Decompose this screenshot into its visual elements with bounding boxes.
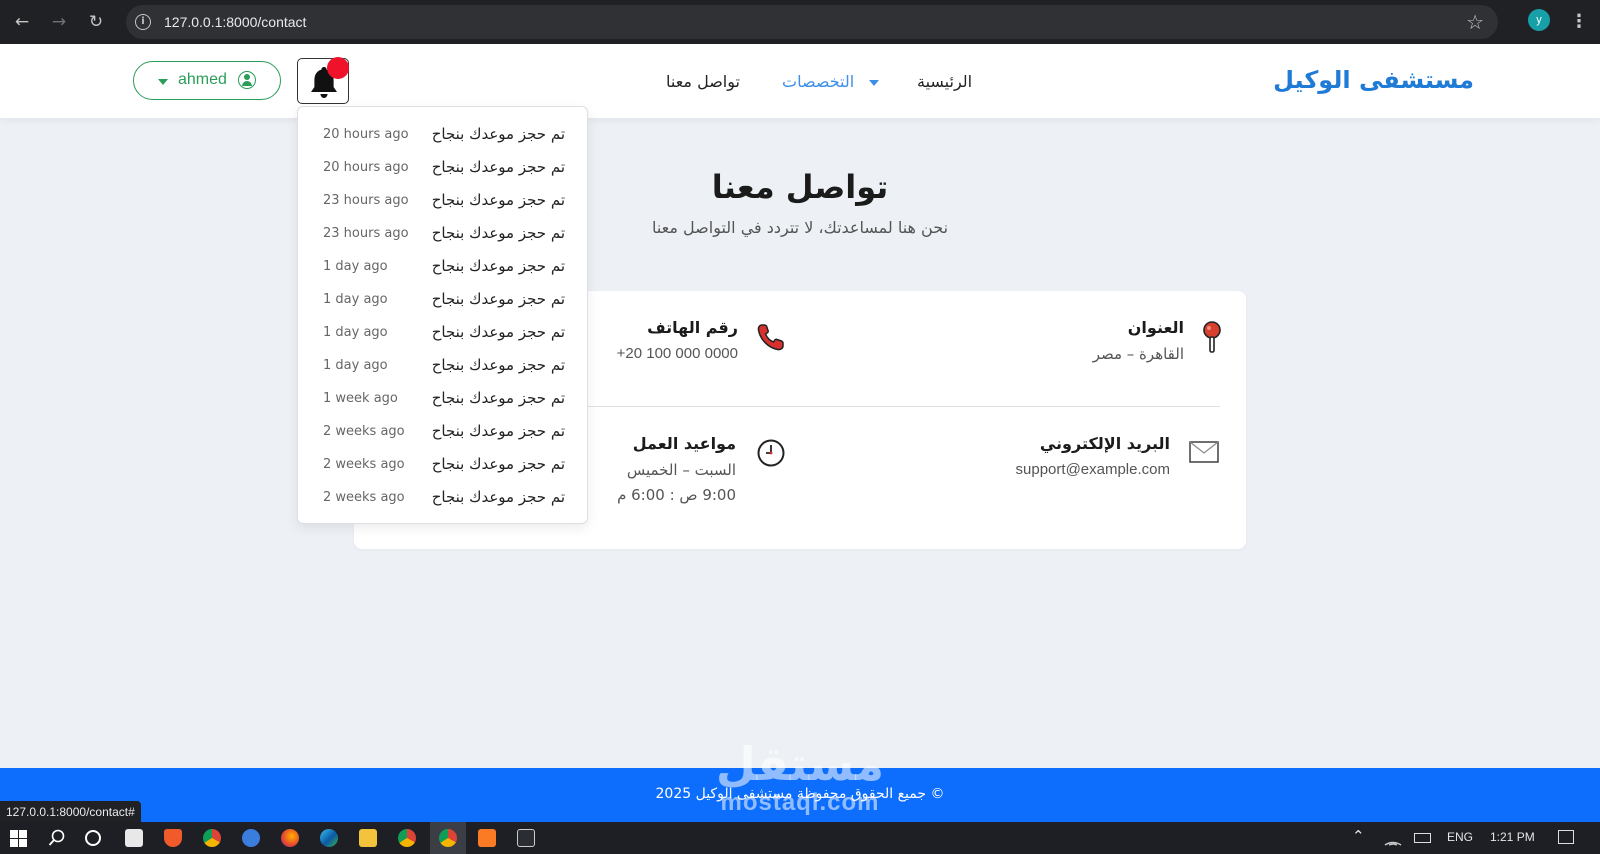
hours-time: 9:00 ص : 6:00 م <box>617 486 736 504</box>
notification-message: تم حجز موعدك بنجاح <box>431 125 565 143</box>
notification-time: 2 weeks ago <box>323 457 405 472</box>
nav-specialties-label: التخصصات <box>782 72 855 91</box>
nav-specialties[interactable]: التخصصات <box>782 72 880 91</box>
notification-time: 20 hours ago <box>323 127 409 142</box>
notification-item[interactable]: تم حجز موعدك بنجاح 20 hours ago <box>298 151 589 184</box>
store-icon[interactable] <box>125 829 143 847</box>
notification-badge <box>327 57 349 79</box>
file-explorer-icon[interactable] <box>359 829 377 847</box>
notification-time: 2 weeks ago <box>323 424 405 439</box>
chevron-down-icon <box>158 79 168 85</box>
envelope-icon <box>1189 441 1219 463</box>
search-icon[interactable] <box>48 829 66 847</box>
notification-message: تم حجز موعدك بنجاح <box>431 224 565 242</box>
notification-message: تم حجز موعدك بنجاح <box>431 356 565 374</box>
notification-item[interactable]: تم حجز موعدك بنجاح 20 hours ago <box>298 118 589 151</box>
user-menu-button[interactable]: ahmed <box>133 61 281 100</box>
email-title: البريد الإلكتروني <box>1039 434 1170 453</box>
nav-home[interactable]: الرئيسية <box>917 72 972 91</box>
notification-item[interactable]: تم حجز موعدك بنجاح 2 weeks ago <box>298 448 589 481</box>
notification-message: تم حجز موعدك بنجاح <box>431 290 565 308</box>
address-bar[interactable]: i 127.0.0.1:8000/contact ☆ <box>126 5 1498 39</box>
notification-item[interactable]: تم حجز موعدك بنجاح 1 day ago <box>298 283 589 316</box>
notification-time: 1 day ago <box>323 325 388 340</box>
chevron-up-icon[interactable]: ⌃ <box>1352 827 1365 845</box>
notification-item[interactable]: تم حجز موعدك بنجاح 1 day ago <box>298 250 589 283</box>
user-circle-icon <box>238 71 256 89</box>
hours-title: مواعيد العمل <box>632 434 736 453</box>
brand-logo-text[interactable]: مستشفى الوكيل <box>1273 66 1474 94</box>
site-info-icon[interactable]: i <box>135 14 151 30</box>
bookmark-star-icon[interactable]: ☆ <box>1466 10 1484 34</box>
notification-time: 1 day ago <box>323 259 388 274</box>
hours-days: السبت – الخميس <box>626 461 736 479</box>
nav-contact[interactable]: تواصل معنا <box>666 72 740 91</box>
map-pin-icon <box>1203 321 1221 353</box>
notification-message: تم حجز موعدك بنجاح <box>431 257 565 275</box>
site-navbar: مستشفى الوكيل الرئيسية التخصصات تواصل مع… <box>0 44 1600 118</box>
notification-time: 20 hours ago <box>323 160 409 175</box>
address-title: العنوان <box>1127 318 1184 337</box>
wifi-icon[interactable] <box>1384 830 1402 846</box>
profile-avatar[interactable]: y <box>1528 9 1550 31</box>
notification-message: تم حجز موعدك بنجاح <box>431 455 565 473</box>
chrome-icon[interactable] <box>398 829 416 847</box>
windows-taskbar: ⌃ ENG 1:21 PM <box>0 822 1600 854</box>
browser-toolbar: ← → ↻ i 127.0.0.1:8000/contact ☆ y ⋮ <box>0 0 1600 44</box>
notifications-dropdown: تم حجز موعدك بنجاح 20 hours ago تم حجز مو… <box>297 106 588 524</box>
brave-icon[interactable] <box>164 829 182 847</box>
page-title: تواصل معنا <box>711 168 889 206</box>
email-value[interactable]: support@example.com <box>1016 461 1170 478</box>
address-value: القاهرة – مصر <box>1092 345 1184 363</box>
clock-icon <box>757 439 785 467</box>
notification-item[interactable]: تم حجز موعدك بنجاح 2 weeks ago <box>298 415 589 448</box>
watermark-arabic: مستقل <box>715 737 885 791</box>
app-icon[interactable] <box>242 829 260 847</box>
notification-message: تم حجز موعدك بنجاح <box>431 191 565 209</box>
taskbar-clock[interactable]: 1:21 PM <box>1490 830 1535 844</box>
notification-time: 1 day ago <box>323 358 388 373</box>
notification-item[interactable]: تم حجز موعدك بنجاح 1 day ago <box>298 349 589 382</box>
windows-start-icon[interactable] <box>10 830 27 847</box>
mostaql-watermark: مستقل mostaql.com <box>700 738 900 816</box>
notification-time: 23 hours ago <box>323 226 409 241</box>
phone-title: رقم الهاتف <box>647 318 738 337</box>
chrome-icon[interactable] <box>439 829 457 847</box>
phone-value[interactable]: +20 100 000 0000 <box>617 345 738 362</box>
notification-message: تم حجز موعدك بنجاح <box>431 158 565 176</box>
notification-message: تم حجز موعدك بنجاح <box>431 422 565 440</box>
firefox-icon[interactable] <box>281 829 299 847</box>
status-bar-url: 127.0.0.1:8000/contact# <box>0 801 141 823</box>
phone-icon <box>757 324 784 351</box>
edge-icon[interactable] <box>320 829 338 847</box>
notification-item[interactable]: تم حجز موعدك بنجاح 1 day ago <box>298 316 589 349</box>
user-name: ahmed <box>178 71 227 88</box>
notification-message: تم حجز موعدك بنجاح <box>431 389 565 407</box>
notification-message: تم حجز موعدك بنجاح <box>431 323 565 341</box>
xampp-icon[interactable] <box>478 829 496 847</box>
notification-item[interactable]: تم حجز موعدك بنجاح 1 week ago <box>298 382 589 415</box>
notification-item[interactable]: تم حجز موعدك بنجاح 2 weeks ago <box>298 481 589 514</box>
notification-time: 2 weeks ago <box>323 490 405 505</box>
back-icon[interactable]: ← <box>10 10 34 34</box>
notification-item[interactable]: تم حجز موعدك بنجاح 23 hours ago <box>298 217 589 250</box>
battery-icon[interactable] <box>1414 833 1431 843</box>
terminal-icon[interactable] <box>517 829 535 847</box>
notification-time: 1 day ago <box>323 292 388 307</box>
chrome-icon[interactable] <box>203 829 221 847</box>
address-url[interactable]: 127.0.0.1:8000/contact <box>164 14 306 30</box>
cortana-icon[interactable] <box>85 830 101 846</box>
chevron-down-icon <box>869 79 880 86</box>
browser-menu-icon[interactable]: ⋮ <box>1570 8 1588 36</box>
forward-icon[interactable]: → <box>47 10 71 34</box>
notification-time: 1 week ago <box>323 391 398 406</box>
language-indicator[interactable]: ENG <box>1447 830 1473 844</box>
page-subtitle: نحن هنا لمساعدتك، لا تتردد في التواصل مع… <box>651 218 949 237</box>
notification-item[interactable]: تم حجز موعدك بنجاح 23 hours ago <box>298 184 589 217</box>
notification-message: تم حجز موعدك بنجاح <box>431 488 565 506</box>
notification-center-icon[interactable] <box>1558 830 1574 844</box>
notification-time: 23 hours ago <box>323 193 409 208</box>
watermark-domain: mostaql.com <box>720 789 880 816</box>
reload-icon[interactable]: ↻ <box>84 10 108 34</box>
